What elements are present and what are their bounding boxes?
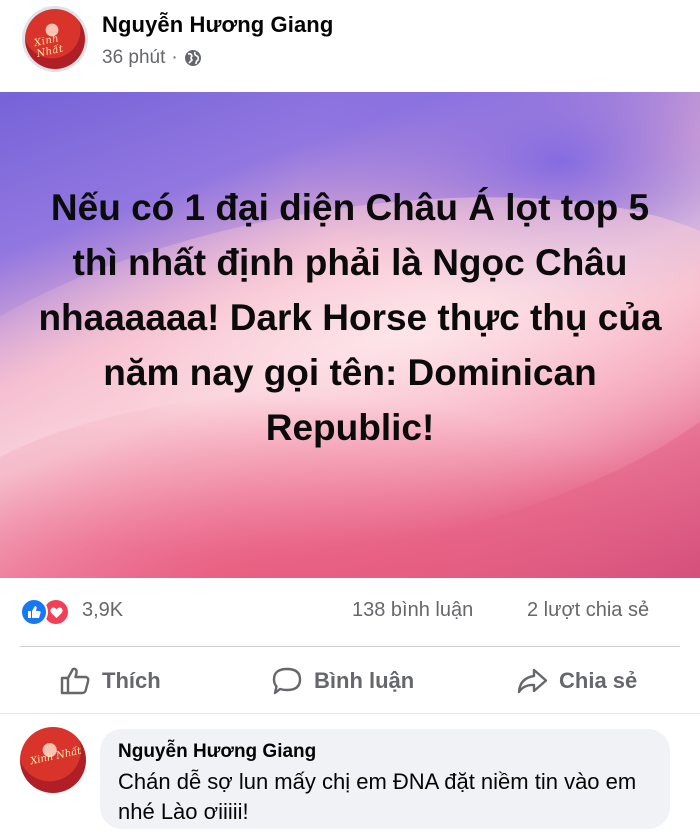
post-header: Xinh Nhất Nguyễn Hương Giang 36 phút · — [0, 0, 700, 92]
post-stats: 3,9K 138 bình luận 2 lượt chia sẻ — [0, 588, 700, 636]
commenter-avatar[interactable]: Xinh Nhất — [20, 727, 86, 793]
comment-icon — [272, 667, 302, 695]
comment-button[interactable]: Bình luận — [270, 654, 414, 708]
share-arrow-icon — [517, 668, 548, 694]
post-time[interactable]: 36 phút — [102, 47, 165, 69]
comment-count[interactable]: 138 bình luận — [352, 599, 473, 622]
share-button-label: Chia sẻ — [559, 668, 638, 693]
share-button[interactable]: Chia sẻ — [515, 654, 637, 708]
reaction-count[interactable]: 3,9K — [82, 599, 123, 622]
comment-bubble[interactable]: Nguyễn Hương Giang Chán dễ sợ lun mấy ch… — [100, 729, 670, 829]
author-name[interactable]: Nguyễn Hương Giang — [102, 12, 333, 38]
post-meta: 36 phút · — [102, 47, 202, 69]
author-avatar[interactable]: Xinh Nhất — [22, 6, 88, 72]
comment-button-label: Bình luận — [314, 668, 415, 693]
like-button[interactable]: Thích — [58, 654, 161, 708]
meta-separator: · — [171, 47, 178, 68]
share-count[interactable]: 2 lượt chia sẻ — [527, 599, 649, 622]
action-bar: Thích Bình luận Chia sẻ — [0, 654, 700, 708]
globe-icon — [184, 49, 202, 67]
author-avatar-image: Xinh Nhất — [25, 9, 85, 69]
divider — [0, 713, 700, 714]
like-button-label: Thích — [102, 668, 161, 693]
like-icon — [20, 598, 48, 626]
thumbs-up-icon — [60, 667, 90, 695]
reaction-icons[interactable] — [20, 598, 76, 626]
comment-author[interactable]: Nguyễn Hương Giang — [118, 741, 316, 763]
comment-text: Chán dễ sợ lun mấy chị em ĐNA đặt niềm t… — [118, 769, 637, 824]
post-background-card[interactable]: Nếu có 1 đại diện Châu Á lọt top 5 thì n… — [0, 92, 700, 578]
divider — [20, 646, 680, 647]
post-text: Nếu có 1 đại diện Châu Á lọt top 5 thì n… — [38, 187, 662, 448]
